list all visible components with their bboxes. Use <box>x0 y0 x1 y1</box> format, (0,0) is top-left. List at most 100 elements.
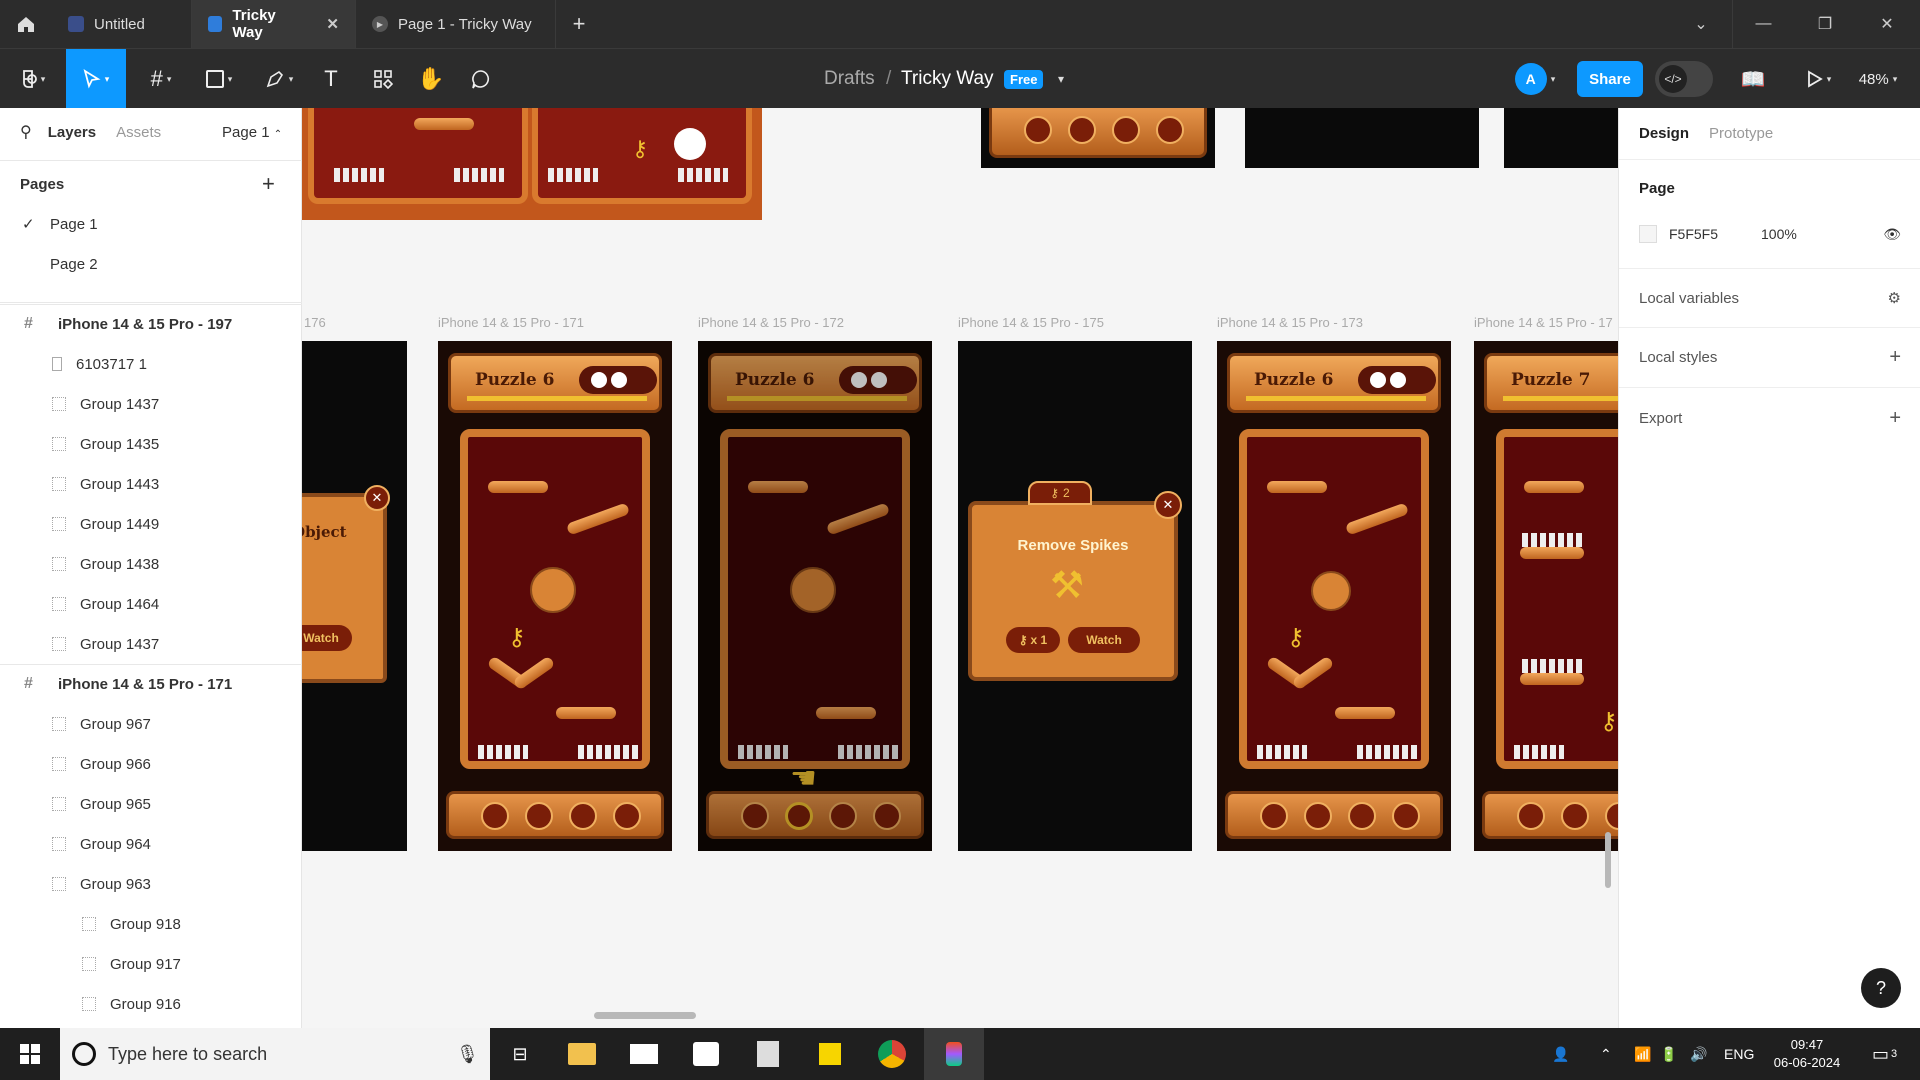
volume-icon[interactable]: 🔊 <box>1690 1028 1707 1080</box>
layer-row[interactable]: Group 967 <box>0 704 302 744</box>
chevron-down-icon[interactable]: ⌄ <box>1670 0 1732 48</box>
tab-design[interactable]: Design <box>1639 125 1689 142</box>
tab-layers[interactable]: Layers <box>48 124 96 141</box>
tab-page-1-tricky-way[interactable]: ▶ Page 1 - Tricky Way <box>356 0 556 48</box>
close-window-button[interactable]: ✕ <box>1856 0 1918 48</box>
comment-tool-button[interactable] <box>464 49 498 109</box>
tab-tricky-way[interactable]: Tricky Way ✕ <box>192 0 356 48</box>
page-item-1[interactable]: ✓ Page 1 <box>0 204 302 244</box>
layer-row[interactable]: Group 916 <box>0 984 302 1024</box>
plus-icon[interactable]: + <box>1889 407 1901 430</box>
frame-label[interactable]: iPhone 14 & 15 Pro - 172 <box>698 315 844 330</box>
export-row[interactable]: Export + <box>1619 388 1920 448</box>
layer-frame-row[interactable]: # iPhone 14 & 15 Pro - 197 <box>0 304 302 344</box>
tab-untitled[interactable]: Untitled <box>52 0 192 48</box>
frame-top-3[interactable] <box>1504 108 1618 168</box>
layer-row[interactable]: Group 1449 <box>0 504 302 544</box>
figma-app-icon[interactable] <box>924 1028 984 1080</box>
page-color-row[interactable]: F5F5F5 100% 👁 <box>1639 218 1901 250</box>
layer-row[interactable]: Group 1437 <box>0 624 302 664</box>
layer-row[interactable]: Group 918 <box>0 904 302 944</box>
layer-row[interactable]: Group 1443 <box>0 464 302 504</box>
chevron-up-icon[interactable]: ⌃ <box>1600 1028 1612 1080</box>
eye-icon[interactable]: 👁 <box>1883 226 1901 243</box>
new-tab-button[interactable]: + <box>556 0 602 48</box>
frame-label[interactable]: 176 <box>304 315 326 330</box>
microphone-icon[interactable]: 🎙 <box>456 1044 479 1065</box>
tab-prototype[interactable]: Prototype <box>1709 125 1773 142</box>
layer-row[interactable]: Group 964 <box>0 824 302 864</box>
frame-175[interactable]: Remove Spikes ⚒ ⚷ x 1 Watch ⚷ 2 ✕ <box>958 341 1192 851</box>
layer-row[interactable]: Group 1437 <box>0 384 302 424</box>
minimize-button[interactable]: — <box>1732 0 1794 48</box>
task-view-icon[interactable]: ⊟ <box>490 1028 550 1080</box>
sticky-notes-icon[interactable] <box>800 1028 860 1080</box>
close-icon[interactable]: ✕ <box>364 485 390 511</box>
layer-row[interactable]: Group 965 <box>0 784 302 824</box>
breadcrumb-drafts[interactable]: Drafts <box>824 49 875 109</box>
text-tool-button[interactable]: T <box>314 49 348 109</box>
layer-row[interactable]: Group 1464 <box>0 584 302 624</box>
frame-173[interactable]: Puzzle 6 ⚷ <box>1217 341 1451 851</box>
watch-button[interactable]: Watch <box>302 625 352 651</box>
file-explorer-icon[interactable] <box>552 1028 612 1080</box>
close-icon[interactable]: ✕ <box>326 15 339 33</box>
resources-button[interactable] <box>366 49 400 109</box>
local-variables-row[interactable]: Local variables ⚙ <box>1619 268 1920 328</box>
clock[interactable]: 09:47 06-06-2024 <box>1766 1028 1848 1080</box>
layer-row[interactable]: Group 963 <box>0 864 302 904</box>
frame-tool-button[interactable]: # ▾ <box>138 49 184 109</box>
present-button[interactable]: ▾ <box>1796 49 1842 109</box>
tab-assets[interactable]: Assets <box>116 124 161 141</box>
layer-row[interactable]: Group 1438 <box>0 544 302 584</box>
page-item-2[interactable]: Page 2 <box>0 244 302 284</box>
frame-label[interactable]: iPhone 14 & 15 Pro - 171 <box>438 315 584 330</box>
layer-row[interactable]: Group 966 <box>0 744 302 784</box>
language-indicator[interactable]: ENG <box>1724 1028 1754 1080</box>
mail-icon[interactable] <box>614 1028 674 1080</box>
dev-mode-toggle[interactable]: </> <box>1654 49 1714 109</box>
move-tool-button[interactable]: ▾ <box>66 49 126 109</box>
horizontal-scrollbar[interactable] <box>594 1012 696 1019</box>
network-icon[interactable]: 📶 <box>1634 1028 1651 1080</box>
user-menu[interactable]: A ▾ <box>1506 49 1564 109</box>
frame-top-1[interactable] <box>981 108 1215 168</box>
plus-icon[interactable]: + <box>1889 346 1901 369</box>
frame-label[interactable]: iPhone 14 & 15 Pro - 175 <box>958 315 1104 330</box>
chrome-icon[interactable] <box>862 1028 922 1080</box>
page-color-value[interactable]: F5F5F5 <box>1669 226 1761 242</box>
layer-frame-row[interactable]: # iPhone 14 & 15 Pro - 171 <box>0 664 302 704</box>
frame-top-2[interactable] <box>1245 108 1479 168</box>
frame-172[interactable]: Puzzle 6 ☚ <box>698 341 932 851</box>
page-opacity[interactable]: 100% <box>1761 226 1797 242</box>
layer-row[interactable]: 6103717 1 <box>0 344 302 384</box>
vertical-scrollbar[interactable] <box>1605 832 1611 888</box>
close-icon[interactable]: ✕ <box>1154 491 1182 519</box>
frame-label[interactable]: iPhone 14 & 15 Pro - 173 <box>1217 315 1363 330</box>
zoom-menu[interactable]: 48% ▾ <box>1850 49 1906 109</box>
frame-17x[interactable]: Puzzle 7 ⚷ <box>1474 341 1618 851</box>
calculator-icon[interactable] <box>738 1028 798 1080</box>
design-canvas[interactable]: ⚷ 176 iPhone 14 & 15 Pro - 171 iPhone 14… <box>302 108 1618 1028</box>
shape-tool-button[interactable]: ▾ <box>196 49 242 109</box>
watch-button[interactable]: Watch <box>1068 627 1140 653</box>
search-icon[interactable]: ⚲ <box>20 122 32 142</box>
frame-176[interactable]: Object Watch ✕ <box>302 341 407 851</box>
frame-171[interactable]: Puzzle 6 ⚷ <box>438 341 672 851</box>
color-swatch[interactable] <box>1639 225 1657 243</box>
file-name[interactable]: Tricky Way <box>901 49 994 109</box>
taskbar-search[interactable]: Type here to search 🎙 <box>60 1028 490 1080</box>
frame-top-left[interactable]: ⚷ <box>302 108 762 220</box>
people-icon[interactable]: 👤 <box>1552 1028 1569 1080</box>
notifications-icon[interactable]: ▭ 3 <box>1872 1028 1897 1080</box>
use-key-button[interactable]: ⚷ x 1 <box>1006 627 1060 653</box>
windows-start-icon[interactable] <box>0 1028 60 1080</box>
share-button[interactable]: Share <box>1577 61 1643 97</box>
restore-button[interactable]: ❐ <box>1794 0 1856 48</box>
frame-label[interactable]: iPhone 14 & 15 Pro - 17 <box>1474 315 1613 330</box>
home-icon[interactable] <box>0 0 52 48</box>
hand-tool-button[interactable]: ✋ <box>414 49 448 109</box>
add-page-icon[interactable]: + <box>262 171 275 197</box>
store-icon[interactable] <box>676 1028 736 1080</box>
pen-tool-button[interactable]: ▾ <box>256 49 302 109</box>
